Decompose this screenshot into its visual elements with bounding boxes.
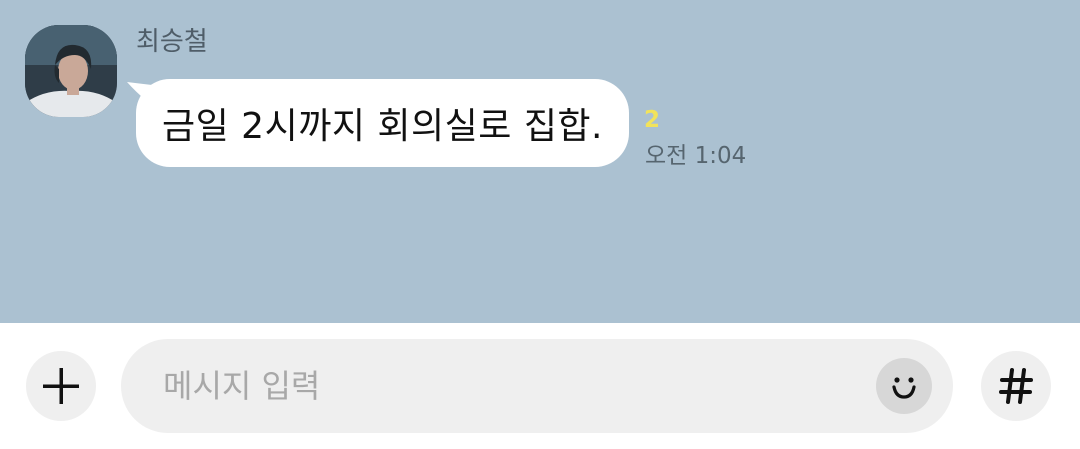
- chat-area: 최승철 금일 2시까지 회의실로 집합. 2 오전 1:04: [0, 0, 1080, 323]
- plus-button[interactable]: [26, 351, 96, 421]
- sender-name: 최승철: [136, 27, 208, 57]
- emoji-button[interactable]: [876, 358, 932, 414]
- message-time: 오전 1:04: [645, 143, 747, 169]
- profile-photo-icon: [25, 25, 117, 117]
- hash-button[interactable]: [981, 351, 1051, 421]
- plus-icon: [43, 368, 79, 404]
- message-input[interactable]: [163, 339, 843, 433]
- message-field[interactable]: [121, 339, 953, 433]
- message-bubble[interactable]: 금일 2시까지 회의실로 집합.: [136, 79, 629, 167]
- emoji-icon: [892, 377, 916, 399]
- sender-avatar[interactable]: [25, 25, 117, 117]
- message-composer: [0, 323, 1080, 449]
- hash-icon: [999, 368, 1033, 404]
- message-text: 금일 2시까지 회의실로 집합.: [162, 106, 603, 147]
- unread-count: 2: [644, 107, 661, 133]
